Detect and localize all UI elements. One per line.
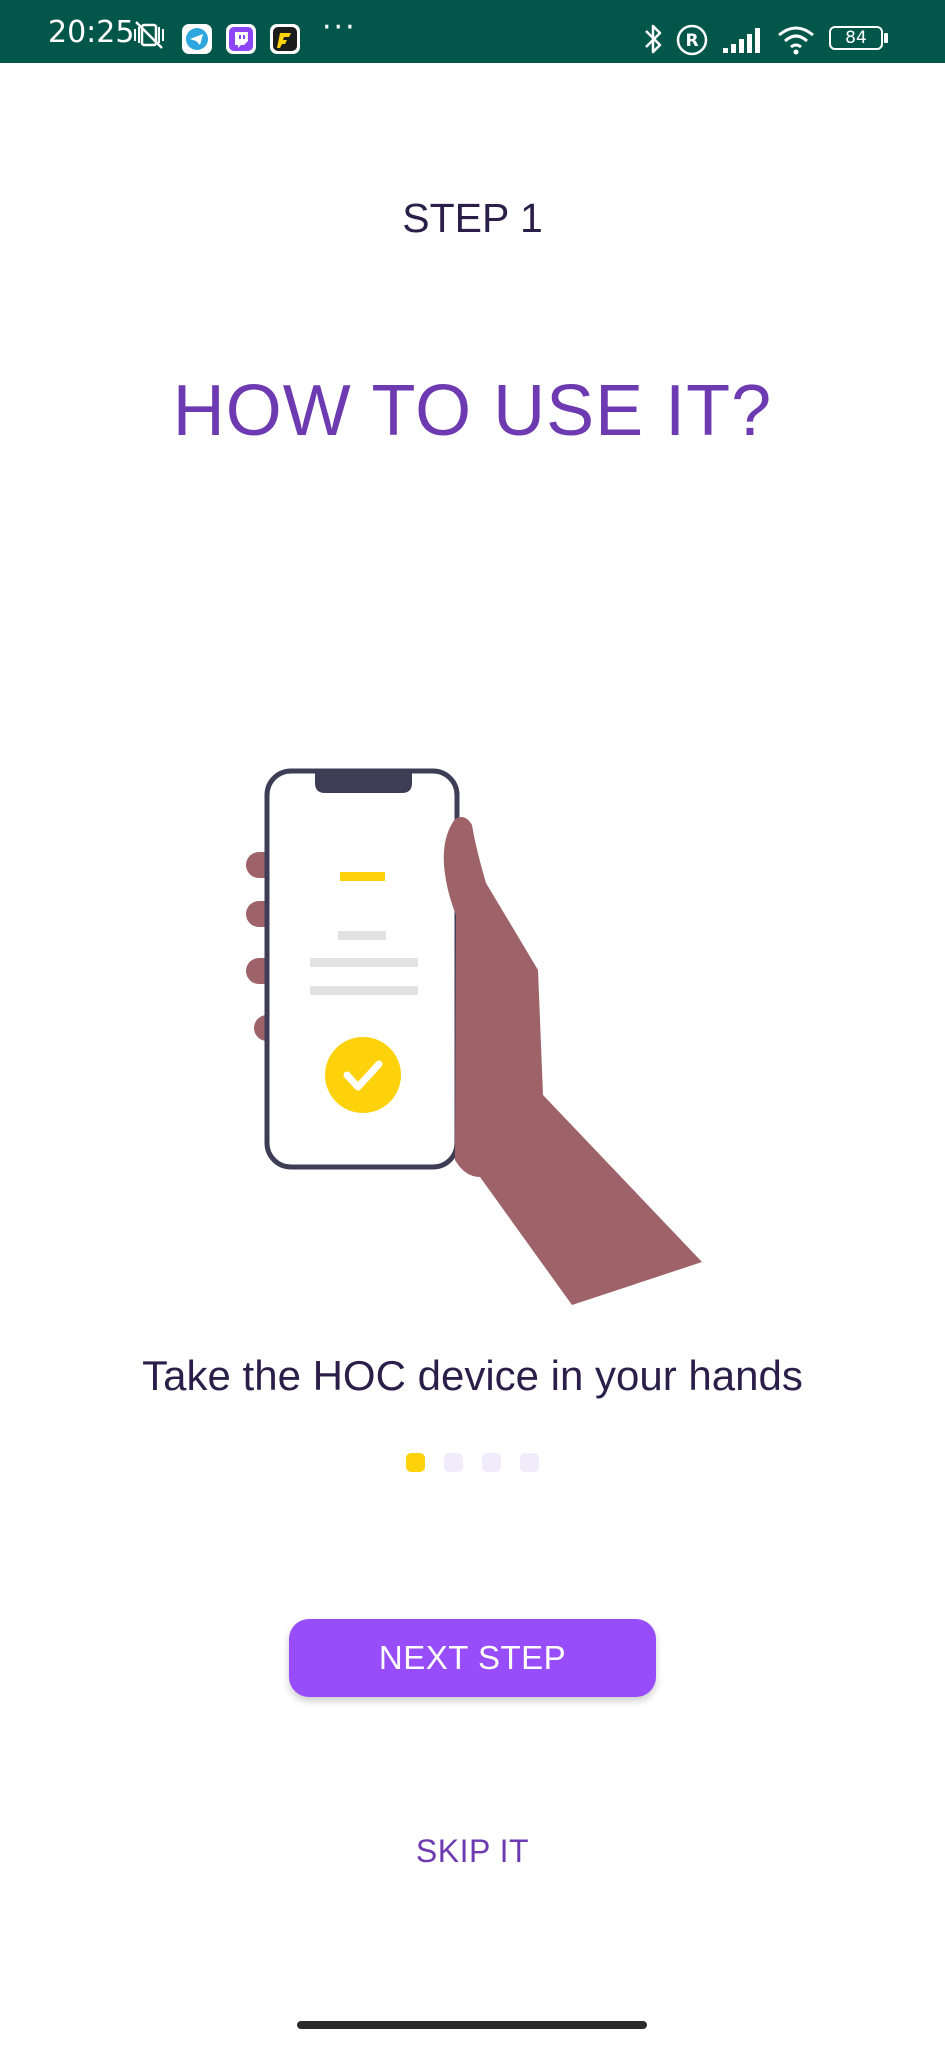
page-indicator — [0, 1453, 945, 1472]
battery-tip — [884, 33, 888, 43]
page-dot-2[interactable] — [444, 1453, 463, 1472]
screen-text-line — [310, 986, 418, 995]
page-dot-1-active[interactable] — [406, 1453, 425, 1472]
more-notifications-icon: ··· — [322, 10, 357, 45]
home-indicator[interactable] — [297, 2021, 647, 2029]
twitch-icon — [226, 24, 256, 54]
next-step-button[interactable]: NEXT STEP — [289, 1619, 656, 1697]
battery-icon: 84 — [829, 26, 883, 50]
check-circle-icon — [325, 1037, 401, 1113]
hand-holding-phone-illustration — [246, 768, 702, 1305]
game-app-icon — [270, 24, 300, 54]
page-title: HOW TO USE IT? — [172, 371, 773, 451]
screen-accent-line — [340, 872, 385, 881]
screen-text-line — [310, 958, 418, 967]
vibrate-off-icon — [134, 21, 164, 49]
registered-icon: R — [676, 24, 708, 56]
skip-button[interactable]: SKIP IT — [0, 1833, 945, 1870]
bluetooth-icon — [645, 24, 662, 54]
telegram-icon — [182, 24, 212, 54]
status-bar: 20:25 ··· R 84 — [0, 0, 945, 63]
svg-text:R: R — [685, 31, 698, 51]
onboarding-screen: 20:25 ··· R 84 STEP 1 HOW TO USE IT? Tak… — [0, 0, 945, 2048]
step-description: Take the HOC device in your hands — [142, 1352, 803, 1399]
phone-notch — [315, 773, 412, 793]
signal-icon — [723, 28, 760, 53]
page-dot-3[interactable] — [482, 1453, 501, 1472]
status-time: 20:25 — [48, 15, 135, 50]
wifi-icon — [778, 26, 814, 55]
screen-text-line — [338, 931, 386, 940]
hand-thumb — [443, 817, 702, 1305]
step-label: STEP 1 — [402, 195, 543, 241]
page-dot-4[interactable] — [520, 1453, 539, 1472]
